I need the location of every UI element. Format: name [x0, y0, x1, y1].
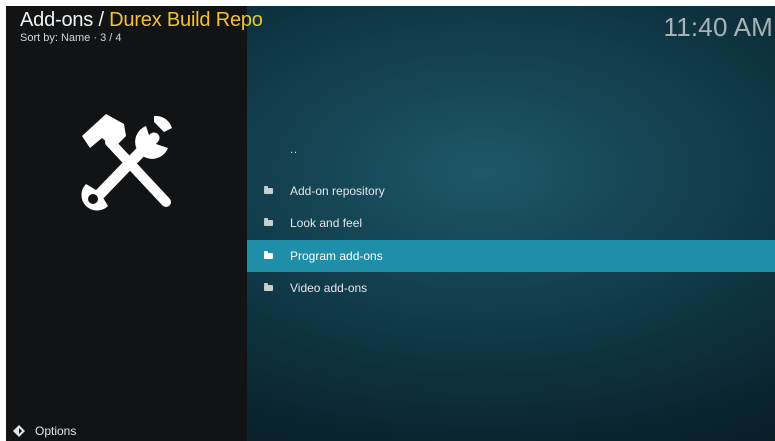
- list-item-video-addons[interactable]: Video add-ons: [247, 272, 775, 305]
- breadcrumb-separator: /: [93, 9, 110, 31]
- addon-category-list: .. Add-on repository Look and feel Progr…: [247, 142, 775, 305]
- list-item-parent[interactable]: ..: [247, 142, 775, 175]
- hammer-wrench-icon: [81, 114, 172, 211]
- list-item-look-and-feel[interactable]: Look and feel: [247, 207, 775, 240]
- list-item-label: Add-on repository: [290, 183, 385, 198]
- kodi-window: Add-ons / Durex Build Repo Sort by: Name…: [6, 6, 775, 441]
- folder-icon: [264, 218, 273, 227]
- clock: 11:40 AM: [663, 12, 773, 42]
- parent-folder-label: ..: [290, 144, 299, 156]
- folder-icon: [264, 250, 273, 259]
- breadcrumb: Add-ons / Durex Build Repo: [20, 9, 263, 32]
- list-item-label: Video add-ons: [290, 281, 368, 296]
- folder-icon: [264, 185, 273, 194]
- options-button[interactable]: Options: [12, 424, 76, 438]
- folder-icon: [264, 283, 273, 292]
- sort-info: Sort by: Name · 3 / 4: [20, 32, 122, 44]
- options-icon: [13, 425, 25, 437]
- list-item-addon-repository[interactable]: Add-on repository: [247, 175, 775, 208]
- info-panel: [6, 6, 247, 441]
- list-item-label: Program add-ons: [290, 248, 383, 263]
- breadcrumb-section: Add-ons: [20, 9, 94, 31]
- breadcrumb-current: Durex Build Repo: [109, 9, 263, 31]
- list-item-program-addons[interactable]: Program add-ons: [247, 239, 775, 272]
- options-label: Options: [35, 424, 77, 438]
- list-item-label: Look and feel: [290, 216, 363, 231]
